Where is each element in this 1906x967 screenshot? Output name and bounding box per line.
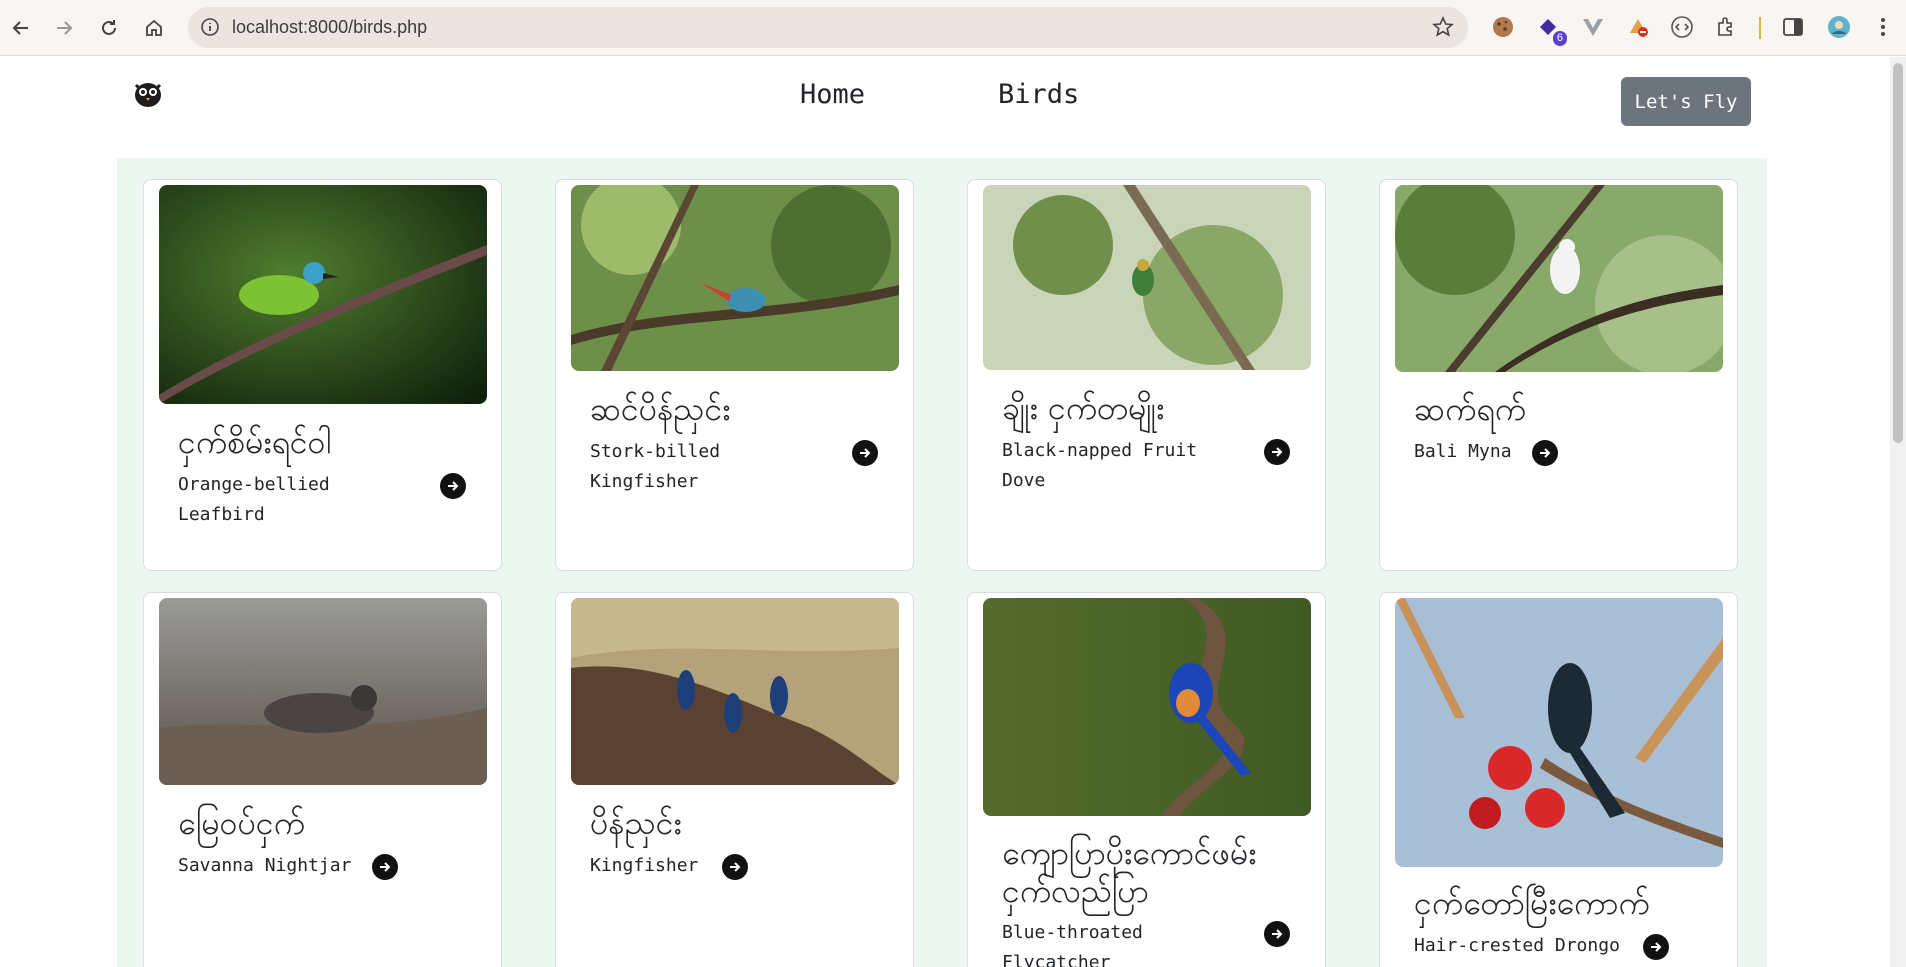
nav-birds-link[interactable]: Birds: [998, 79, 1079, 110]
address-bar[interactable]: localhost:8000/birds.php: [188, 7, 1468, 48]
nav-home-link[interactable]: Home: [800, 79, 865, 110]
home-button[interactable]: [139, 13, 169, 43]
cookie-extension-icon[interactable]: [1490, 14, 1516, 40]
bird-photo: [159, 598, 487, 785]
bird-card[interactable]: ငှက်စိမ်းရင်ဝါ Orange-bellied Leafbird: [143, 179, 502, 571]
bird-name-en: Kingfisher: [590, 855, 699, 876]
bird-photo: [1395, 598, 1723, 867]
bird-photo: [983, 185, 1311, 370]
bird-name-en: Savanna Nightjar: [178, 855, 352, 876]
view-bird-button[interactable]: [440, 473, 466, 499]
birds-grid: ငှက်စိမ်းရင်ဝါ Orange-bellied Leafbird ဆ…: [117, 158, 1767, 967]
bird-name-en: Bali Myna: [1414, 441, 1512, 462]
arrow-right-icon: [1272, 447, 1283, 457]
bird-name-en: Black-napped Fruit Dove: [1002, 440, 1198, 491]
bird-card[interactable]: ဆင်ပိန်ညှင်း Stork-billed Kingfisher: [555, 179, 914, 571]
bird-name-en: Orange-bellied Leafbird: [178, 474, 330, 525]
view-bird-button[interactable]: [372, 854, 398, 880]
bird-name-mm: ငှက်တော်မြီးကောက်: [1414, 884, 1650, 922]
arrow-right-icon: [1651, 942, 1662, 952]
bird-name-mm: ကျောပြာပိုးကောင်ဖမ်းငှက်လည်ပြာ: [1002, 834, 1257, 910]
extension-badge-icon[interactable]: 6: [1535, 14, 1567, 46]
bird-name-mm: ချိုး ငှက်တမျိုး: [1002, 389, 1165, 427]
arrow-right-icon: [860, 448, 871, 458]
view-bird-button[interactable]: [852, 440, 878, 466]
bird-photo: [159, 185, 487, 404]
bird-card[interactable]: ချိုး ငှက်တမျိုး Black-napped Fruit Dove: [967, 179, 1326, 571]
bird-name-en: Hair-crested Drongo: [1414, 935, 1620, 956]
bird-name-en: Stork-billed Kingfisher: [590, 441, 721, 492]
site-header: Home Birds Let's Fly: [0, 57, 1890, 157]
lets-fly-button[interactable]: Let's Fly: [1621, 77, 1751, 126]
arrow-right-icon: [1540, 448, 1551, 458]
site-logo-icon[interactable]: [130, 75, 166, 111]
extensions-puzzle-icon[interactable]: [1713, 14, 1739, 40]
site-info-icon: [201, 18, 219, 36]
bird-name-mm: ငှက်စိမ်းရင်ဝါ: [178, 423, 332, 461]
reload-button[interactable]: [94, 13, 124, 43]
profile-avatar[interactable]: [1826, 14, 1852, 40]
blocked-extension-icon[interactable]: [1625, 14, 1651, 40]
arrow-right-icon: [448, 481, 459, 491]
toolbar-divider: [1759, 17, 1761, 39]
view-bird-button[interactable]: [722, 854, 748, 880]
arrow-right-icon: [1272, 929, 1283, 939]
bird-photo: [1395, 185, 1723, 372]
bird-name-mm: ပိန်ညှင်း: [590, 804, 682, 842]
code-extension-icon[interactable]: [1669, 14, 1695, 40]
bird-name-mm: မြေဝပ်ငှက်: [178, 804, 305, 842]
bird-card[interactable]: ဆက်ရက် Bali Myna: [1379, 179, 1738, 571]
scrollbar-thumb[interactable]: [1893, 63, 1903, 443]
bird-card[interactable]: ကျောပြာပိုးကောင်ဖမ်းငှက်လည်ပြာ Blue-thro…: [967, 592, 1326, 967]
url-text: localhost:8000/birds.php: [232, 17, 428, 37]
bird-photo: [571, 185, 899, 371]
arrow-right-icon: [380, 862, 391, 872]
extension-count-badge: 6: [1552, 31, 1567, 46]
side-panel-icon[interactable]: [1780, 14, 1806, 40]
bird-card[interactable]: ပိန်ညှင်း Kingfisher: [555, 592, 914, 967]
bookmark-star-icon[interactable]: [1432, 16, 1454, 38]
page-scrollbar[interactable]: [1890, 57, 1906, 967]
bird-name-mm: ဆက်ရက်: [1414, 390, 1526, 428]
view-bird-button[interactable]: [1643, 934, 1669, 960]
view-bird-button[interactable]: [1264, 921, 1290, 947]
back-button[interactable]: [6, 13, 36, 43]
home-icon: [146, 19, 162, 36]
bird-photo: [983, 598, 1311, 816]
browser-menu-icon[interactable]: [1870, 14, 1896, 40]
vue-devtools-icon[interactable]: [1580, 14, 1606, 40]
bird-name-mm: ဆင်ပိန်ညှင်း: [590, 390, 731, 428]
view-bird-button[interactable]: [1532, 440, 1558, 466]
reload-icon: [102, 20, 116, 35]
arrow-right-icon: [730, 862, 741, 872]
browser-toolbar: localhost:8000/birds.php 6: [0, 0, 1906, 56]
bird-name-en: Blue-throated Flycatcher: [1002, 922, 1143, 967]
forward-button[interactable]: [49, 13, 79, 43]
forward-arrow-icon: [57, 21, 73, 35]
view-bird-button[interactable]: [1264, 439, 1290, 465]
bird-card[interactable]: ငှက်တော်မြီးကောက် Hair-crested Drongo: [1379, 592, 1738, 967]
bird-photo: [571, 598, 899, 785]
bird-card[interactable]: မြေဝပ်ငှက် Savanna Nightjar: [143, 592, 502, 967]
back-arrow-icon: [12, 21, 28, 35]
